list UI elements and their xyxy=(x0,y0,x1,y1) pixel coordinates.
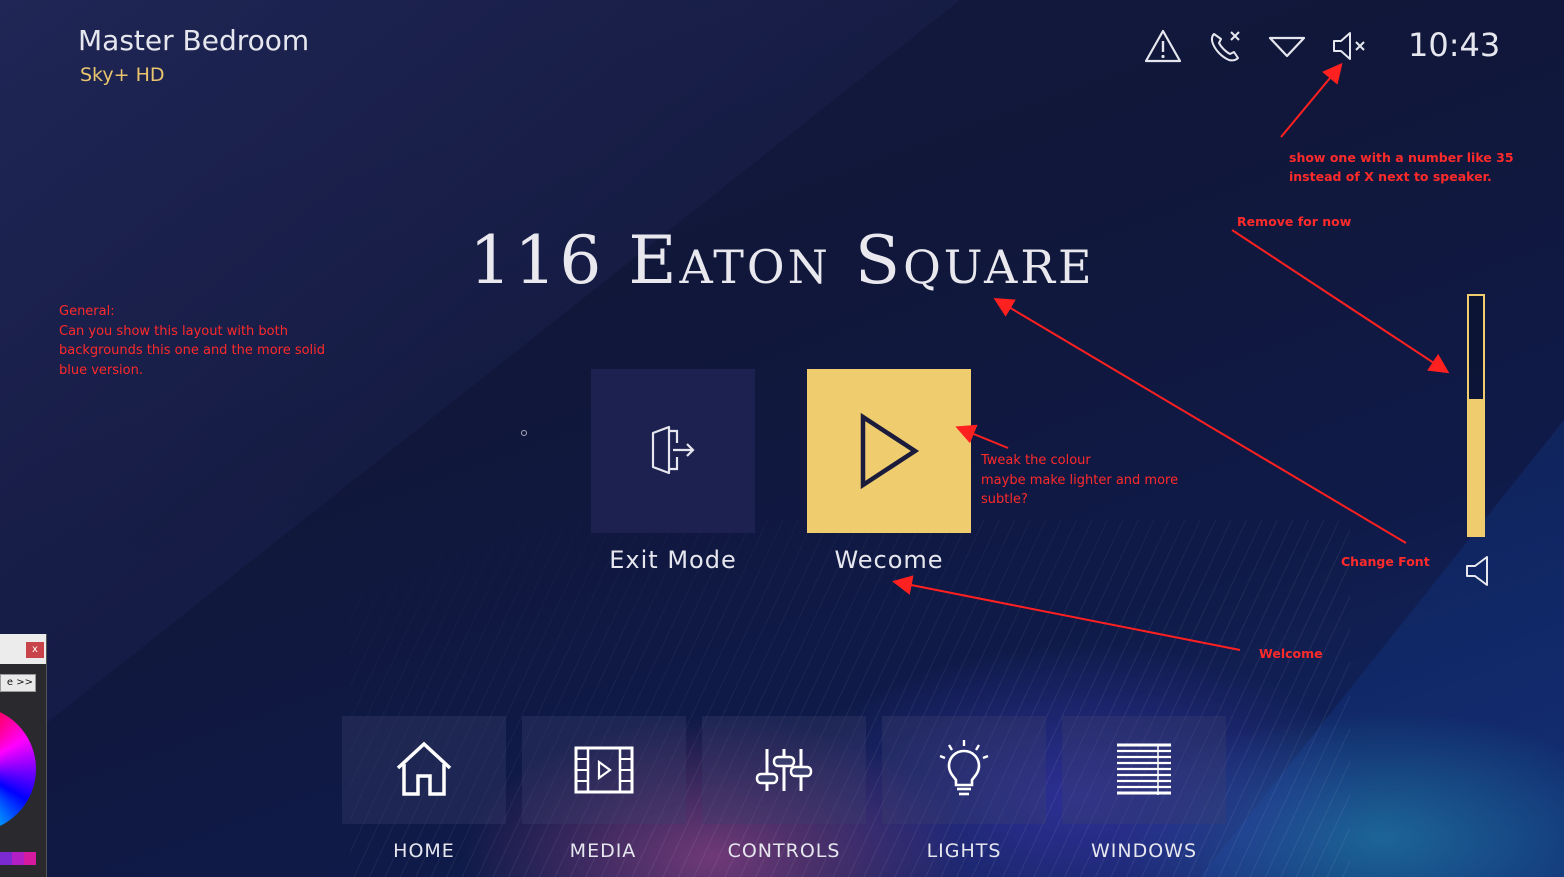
colour-note: Tweak the colour maybe make lighter and … xyxy=(981,451,1178,510)
blinds-icon xyxy=(1117,743,1171,795)
volume-slider[interactable] xyxy=(1467,294,1485,537)
touch-panel-screen: Master Bedroom Sky+ HD 10:43 116 Eaton S… xyxy=(0,0,1564,877)
general-note-line: Can you show this layout with both xyxy=(59,323,288,339)
nav-home-label: HOME xyxy=(393,840,455,862)
media-film-icon xyxy=(574,746,634,794)
home-icon xyxy=(396,741,452,796)
lightbulb-icon xyxy=(939,740,989,796)
colour-note-line: subtle? xyxy=(981,492,1028,507)
color-wheel[interactable] xyxy=(0,706,36,832)
warning-icon[interactable] xyxy=(1143,28,1183,64)
general-note-line: General: xyxy=(59,304,115,319)
welcome-mode-button[interactable] xyxy=(807,369,971,533)
close-icon[interactable]: x xyxy=(26,642,44,658)
speaker-note-line: instead of X next to speaker. xyxy=(1289,169,1492,184)
room-title[interactable]: Master Bedroom xyxy=(78,24,309,57)
general-note: General: Can you show this layout with b… xyxy=(59,302,325,380)
nav-windows-button[interactable] xyxy=(1062,716,1226,824)
exit-door-icon xyxy=(651,425,695,475)
general-note-line: blue version. xyxy=(59,362,143,378)
color-picker-window[interactable]: x e >> xyxy=(0,634,47,877)
nav-controls-label: CONTROLS xyxy=(727,840,841,862)
call-ended-icon[interactable] xyxy=(1206,28,1246,64)
speaker-note-line: show one with a number like 35 xyxy=(1289,150,1514,165)
more-colors-button[interactable]: e >> xyxy=(0,674,36,692)
general-note-line: backgrounds this one and the more solid xyxy=(59,343,326,358)
volume-slider-fill xyxy=(1469,398,1483,535)
exit-mode-button[interactable] xyxy=(591,369,755,533)
speaker-muted-icon[interactable] xyxy=(1330,28,1370,64)
play-icon xyxy=(860,412,920,490)
source-title[interactable]: Sky+ HD xyxy=(80,64,165,86)
nav-media-label: MEDIA xyxy=(569,840,637,862)
clock: 10:43 xyxy=(1408,26,1501,64)
nav-controls-button[interactable] xyxy=(702,716,866,824)
welcome-mode-label: Wecome xyxy=(834,546,944,574)
color-swatch[interactable] xyxy=(0,852,12,865)
remove-note: Remove for now xyxy=(1237,214,1352,229)
colour-note-line: maybe make lighter and more xyxy=(981,472,1179,488)
site-title: 116 Eaton Square xyxy=(469,222,1095,299)
color-picker-titlebar[interactable]: x xyxy=(0,634,46,664)
nav-windows-label: WINDOWS xyxy=(1090,840,1198,862)
nav-home-button[interactable] xyxy=(342,716,506,824)
wifi-icon[interactable] xyxy=(1267,28,1307,64)
speaker-icon[interactable] xyxy=(1463,554,1493,588)
nav-media-button[interactable] xyxy=(522,716,686,824)
color-swatch[interactable] xyxy=(12,852,24,865)
welcome-note: Welcome xyxy=(1259,646,1323,661)
nav-lights-button[interactable] xyxy=(882,716,1046,824)
colour-note-line: Tweak the colour xyxy=(981,453,1091,468)
cursor-dot xyxy=(521,430,527,436)
nav-lights-label: LIGHTS xyxy=(926,840,1002,862)
font-note: Change Font xyxy=(1341,554,1430,569)
color-swatch[interactable] xyxy=(24,852,36,865)
sliders-icon xyxy=(755,749,813,791)
speaker-note: show one with a number like 35 instead o… xyxy=(1289,148,1514,186)
exit-mode-label: Exit Mode xyxy=(609,546,737,574)
